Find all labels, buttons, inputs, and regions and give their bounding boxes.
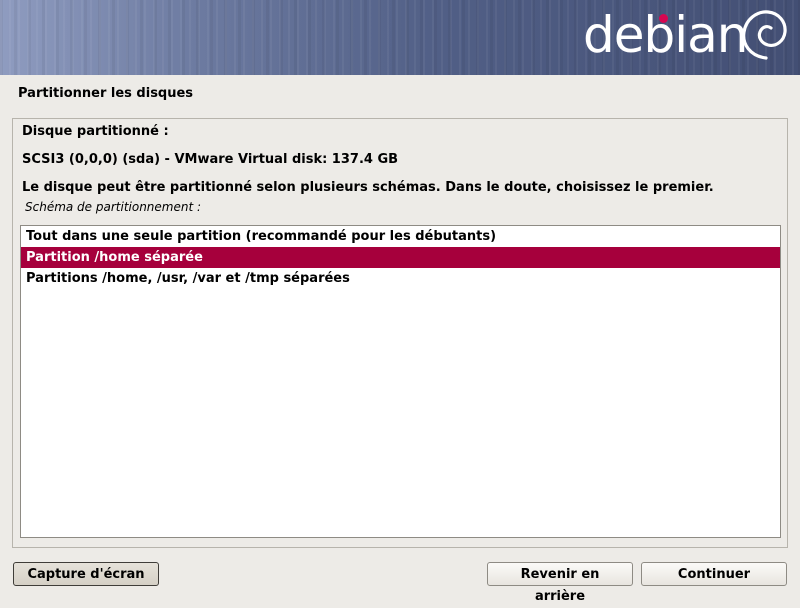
page-title: Partitionner les disques: [18, 86, 194, 101]
partition-scheme-list[interactable]: Tout dans une seule partition (recommand…: [20, 225, 781, 538]
content-panel: Disque partitionné : SCSI3 (0,0,0) (sda)…: [12, 118, 788, 548]
disk-heading: Disque partitionné :: [22, 124, 169, 139]
screenshot-button[interactable]: Capture d'écran: [13, 562, 159, 586]
list-item-all-in-one[interactable]: Tout dans une seule partition (recommand…: [21, 226, 780, 247]
list-item-separate-home[interactable]: Partition /home séparée: [21, 247, 780, 268]
list-item-separate-home-usr-var-tmp[interactable]: Partitions /home, /usr, /var et /tmp sép…: [21, 268, 780, 289]
disk-name: SCSI3 (0,0,0) (sda) - VMware Virtual dis…: [22, 152, 399, 167]
header-banner: debian: [0, 0, 800, 75]
description-text: Le disque peut être partitionné selon pl…: [22, 180, 714, 195]
debian-logo-text: debian: [583, 6, 748, 64]
go-back-button[interactable]: Revenir en arrière: [487, 562, 633, 604]
continue-button[interactable]: Continuer: [641, 562, 787, 586]
debian-swirl-icon: [742, 10, 787, 60]
scheme-label: Schéma de partitionnement :: [25, 200, 202, 214]
logo-dot: [659, 14, 668, 23]
